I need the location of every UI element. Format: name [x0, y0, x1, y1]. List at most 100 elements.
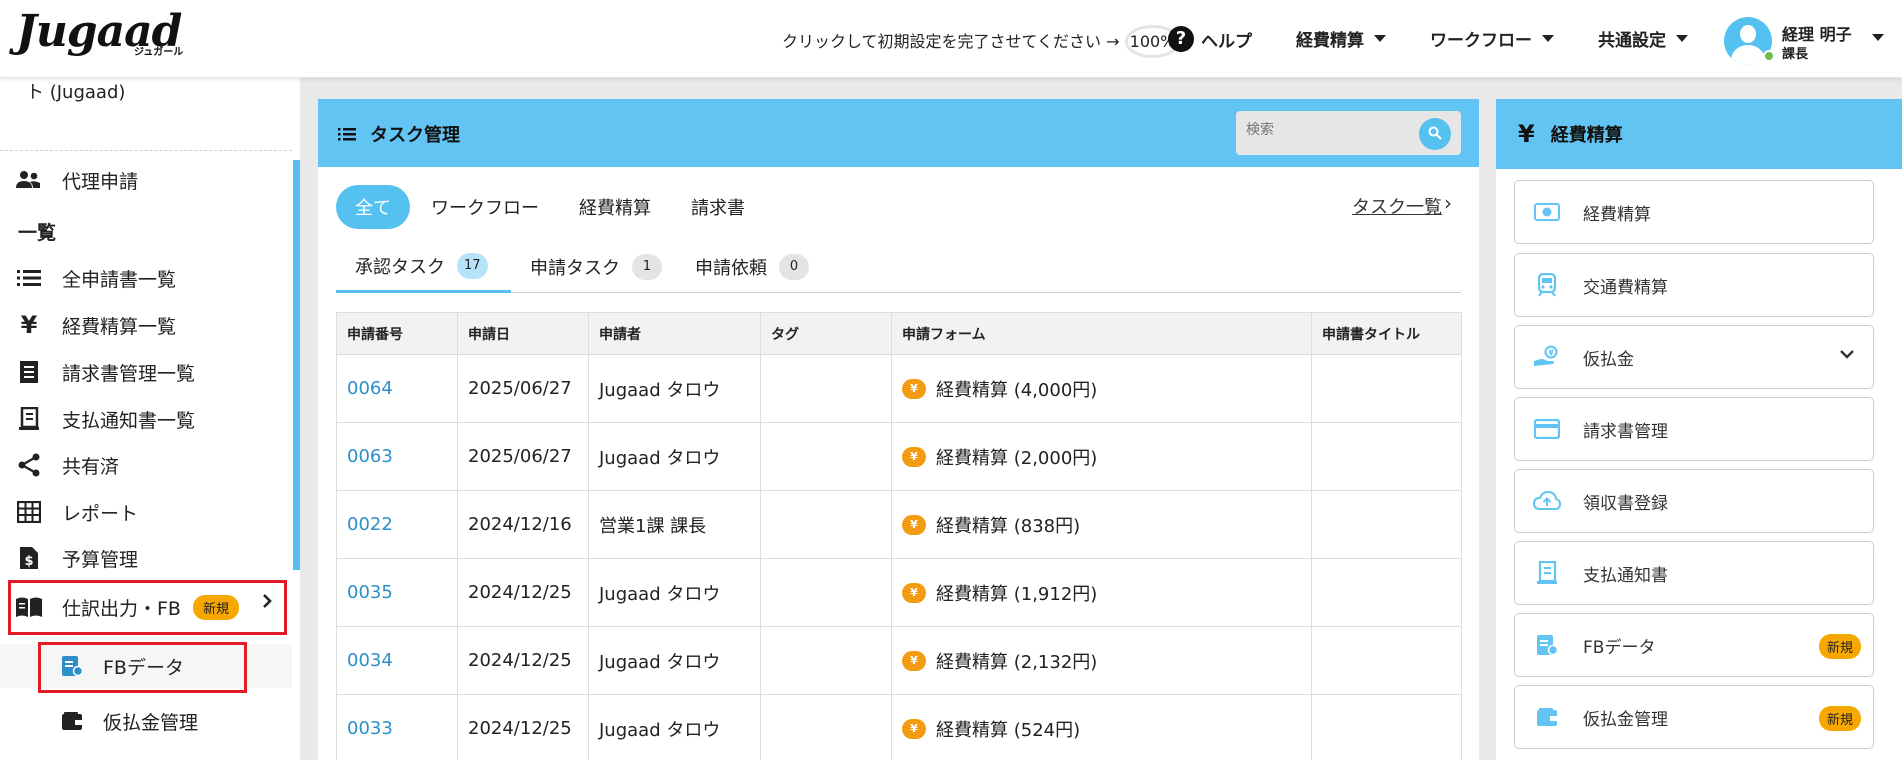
title-cell	[1311, 626, 1462, 695]
sidebar-scrollbar[interactable]	[293, 160, 300, 570]
column-header[interactable]: 申請者	[588, 312, 761, 355]
column-header[interactable]: 申請フォーム	[891, 312, 1312, 355]
filter-expense[interactable]: 経費精算	[560, 185, 670, 229]
sidebar-item-label: 請求書管理一覧	[62, 362, 196, 385]
application-number-link[interactable]: 0035	[336, 558, 458, 627]
advance-payment-button[interactable]: ¥ 仮払金	[1514, 325, 1874, 389]
transport-expense-label: 交通費精算	[1583, 277, 1668, 298]
sidebar-item-expense-list[interactable]: ¥ 経費精算一覧	[0, 305, 292, 345]
filter-workflow[interactable]: ワークフロー	[412, 185, 558, 229]
form-label: 経費精算 (2,000円)	[936, 447, 1098, 469]
application-number-link[interactable]: 0064	[336, 354, 458, 423]
title-cell	[1311, 354, 1462, 423]
sidebar-item-all-applications[interactable]: 全申請書一覧	[0, 258, 292, 298]
yen-icon: ¥	[1518, 120, 1535, 148]
table-row[interactable]: 0035 2024/12/25 Jugaad タロウ ¥ 経費精算 (1,912円…	[336, 558, 1462, 627]
table-row[interactable]: 0022 2024/12/16 営業1課 課長 ¥ 経費精算 (838円)	[336, 490, 1462, 559]
sidebar-subitem-advance-management[interactable]: 仮払金管理	[0, 699, 292, 743]
application-number-link[interactable]: 0063	[336, 422, 458, 491]
title-cell	[1311, 490, 1462, 559]
invoice-management-button[interactable]: 請求書管理	[1514, 397, 1874, 461]
tab-count-badge: 1	[632, 254, 662, 280]
fb-data-icon	[1533, 634, 1561, 656]
transport-expense-button[interactable]: 交通費精算	[1514, 253, 1874, 317]
table-row[interactable]: 0064 2025/06/27 Jugaad タロウ ¥ 経費精算 (4,000円…	[336, 354, 1462, 423]
form-label: 経費精算 (838円)	[936, 515, 1081, 537]
form-cell: ¥ 経費精算 (838円)	[891, 490, 1312, 559]
search-box	[1236, 111, 1461, 155]
document-icon	[1533, 561, 1561, 585]
sidebar-item-report[interactable]: レポート	[0, 492, 292, 532]
sidebar-top-text[interactable]: ト (Jugaad)	[26, 78, 125, 104]
chevron-down-icon	[1374, 35, 1386, 42]
title-cell	[1311, 558, 1462, 627]
list-icon	[338, 127, 356, 141]
sidebar-item-invoice-list[interactable]: 請求書管理一覧	[0, 352, 292, 392]
chevron-down-icon	[1542, 35, 1554, 42]
payment-notice-label: 支払通知書	[1583, 565, 1668, 586]
user-menu-chevron-icon[interactable]	[1872, 34, 1884, 41]
sidebar-item-payment-notice-list[interactable]: 支払通知書一覧	[0, 399, 292, 439]
help-link[interactable]: ? ヘルプ	[1168, 26, 1252, 52]
task-panel-header: タスク管理	[318, 99, 1479, 167]
tab-application-tasks[interactable]: 申請タスク 1	[530, 241, 662, 293]
search-button[interactable]	[1419, 118, 1451, 150]
tab-application-requests[interactable]: 申請依頼 0	[695, 241, 809, 293]
application-number-link[interactable]: 0022	[336, 490, 458, 559]
table-row[interactable]: 0063 2025/06/27 Jugaad タロウ ¥ 経費精算 (2,000円…	[336, 422, 1462, 491]
sidebar-item-label: 予算管理	[62, 548, 139, 571]
tag-cell	[760, 354, 892, 423]
new-badge: 新規	[1818, 634, 1861, 659]
column-header[interactable]: 申請番号	[336, 312, 458, 355]
highlight-box-fb-data	[38, 642, 247, 693]
sidebar-item-label: 経費精算一覧	[62, 315, 177, 338]
advance-management-button[interactable]: 仮払金管理 新規	[1514, 685, 1874, 749]
nav-expense-menu[interactable]: 経費精算	[1296, 26, 1386, 51]
sidebar-item-budget[interactable]: $ 予算管理	[0, 538, 292, 578]
table-row[interactable]: 0033 2024/12/25 Jugaad タロウ ¥ 経費精算 (524円)	[336, 694, 1462, 760]
filter-all[interactable]: 全て	[336, 185, 410, 229]
task-list-link[interactable]: タスク一覧	[1352, 193, 1442, 219]
table-row[interactable]: 0034 2024/12/25 Jugaad タロウ ¥ 経費精算 (2,132円…	[336, 626, 1462, 695]
receipt-registration-button[interactable]: 領収書登録	[1514, 469, 1874, 533]
user-name[interactable]: 経理 明子	[1782, 21, 1852, 45]
filter-invoice[interactable]: 請求書	[672, 185, 764, 229]
yen-coin-icon: ¥	[902, 446, 926, 467]
tab-label: 承認タスク	[355, 256, 445, 278]
applicant: Jugaad タロウ	[588, 626, 761, 695]
online-status-icon	[1763, 50, 1775, 62]
share-icon	[14, 453, 44, 477]
receipt-icon	[14, 360, 44, 384]
application-number-link[interactable]: 0034	[336, 626, 458, 695]
setup-prompt[interactable]: クリックして初期設定を完了させてください → 100%	[782, 25, 1181, 58]
column-header[interactable]: 申請書タイトル	[1311, 312, 1462, 355]
sidebar-item-proxy[interactable]: 代理申請	[0, 160, 292, 200]
logo-subtitle: ジュガール	[134, 47, 184, 58]
application-number-link[interactable]: 0033	[336, 694, 458, 760]
applicant: Jugaad タロウ	[588, 558, 761, 627]
chevron-right-icon[interactable]: ›	[1444, 191, 1452, 215]
expense-button[interactable]: 経費精算	[1514, 180, 1874, 244]
yen-coin-icon: ¥	[902, 650, 926, 671]
user-role: 課長	[1782, 47, 1809, 62]
form-label: 経費精算 (1,912円)	[936, 583, 1098, 605]
list-icon	[14, 269, 44, 287]
application-date: 2024/12/16	[457, 490, 589, 559]
sidebar-item-label: レポート	[62, 502, 139, 525]
grid-icon	[14, 501, 44, 523]
highlight-box-journal	[8, 580, 287, 635]
column-header[interactable]: 申請日	[457, 312, 589, 355]
fb-data-button[interactable]: FBデータ 新規	[1514, 613, 1874, 677]
nav-common-settings-menu[interactable]: 共通設定	[1598, 26, 1688, 51]
task-panel-title-label: タスク管理	[370, 125, 460, 146]
sidebar-item-shared[interactable]: 共有済	[0, 445, 292, 485]
invoice-management-label: 請求書管理	[1583, 421, 1668, 442]
nav-workflow-menu[interactable]: ワークフロー	[1430, 26, 1554, 51]
nav-workflow-label: ワークフロー	[1430, 31, 1532, 51]
users-icon	[14, 170, 44, 190]
column-header[interactable]: タグ	[760, 312, 892, 355]
payment-notice-button[interactable]: 支払通知書	[1514, 541, 1874, 605]
search-input[interactable]	[1246, 122, 1416, 138]
tab-approval-tasks[interactable]: 承認タスク 17	[336, 241, 511, 293]
credit-card-icon	[1533, 419, 1561, 439]
